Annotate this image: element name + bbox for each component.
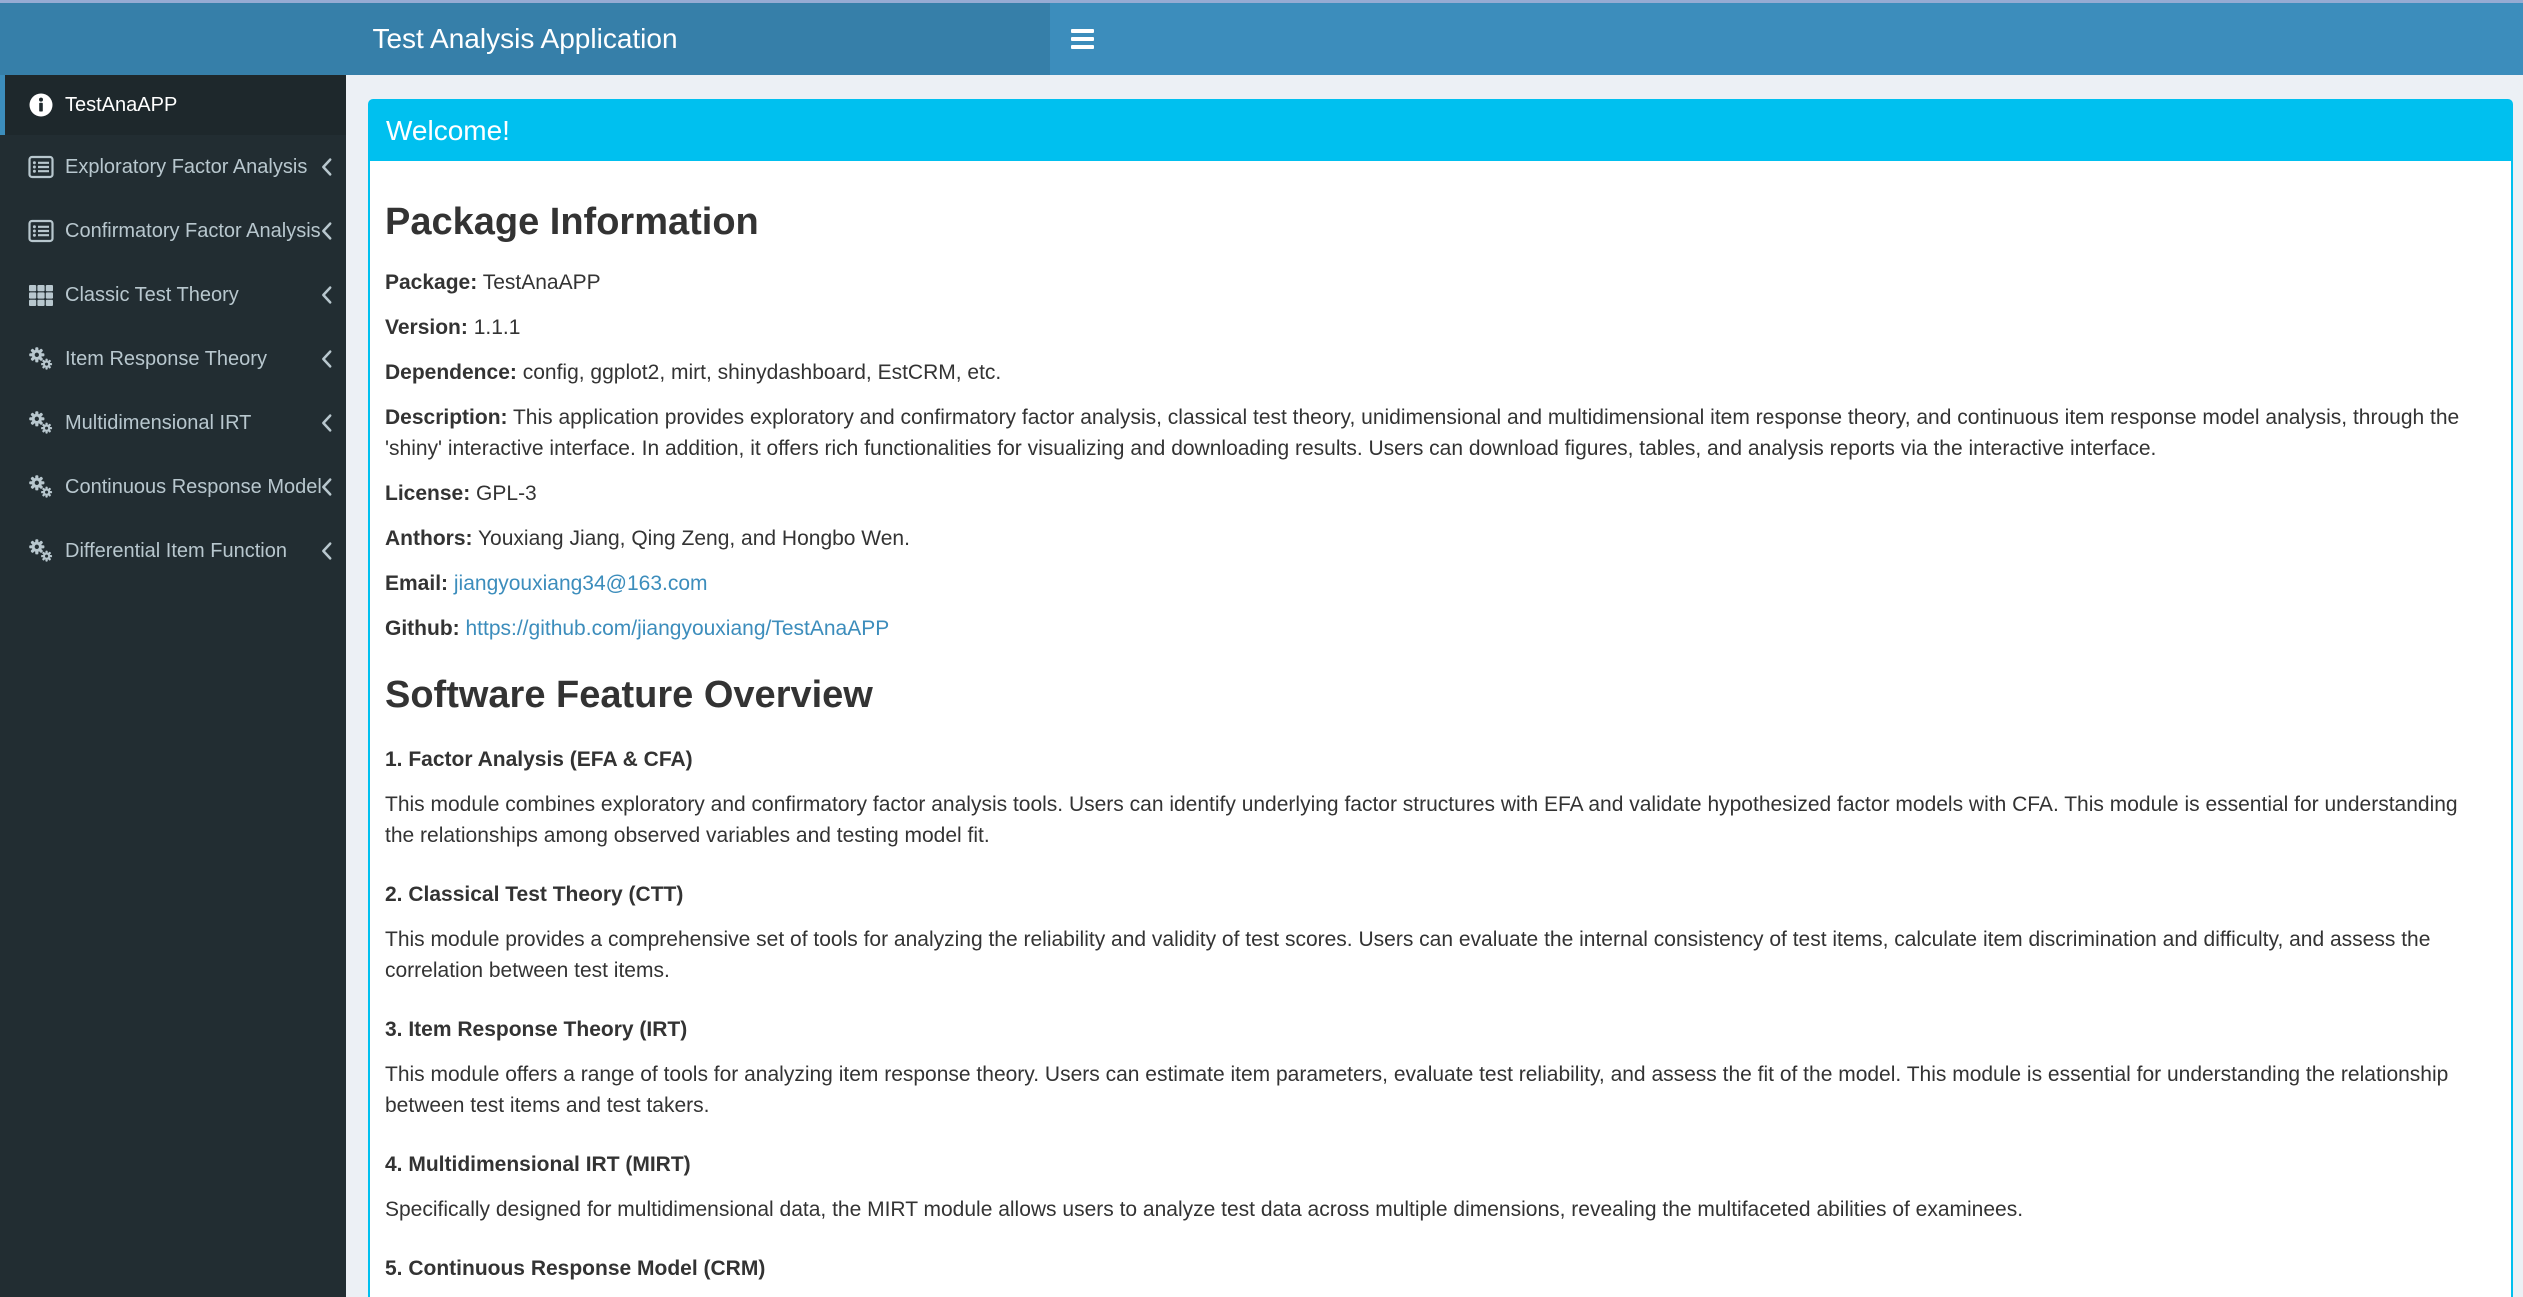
content-area: Welcome! Package Information Package: Te…: [346, 75, 2523, 1297]
info-field: Email: jiangyouxiang34@163.com: [385, 568, 2491, 599]
welcome-box-body: Package Information Package: TestAnaAPP V…: [370, 161, 2511, 1297]
sidebar-item-label: Continuous Response Model: [65, 476, 322, 498]
app-logo: Test Analysis Application: [0, 3, 1050, 75]
sidebar-item-classic-test-theory[interactable]: Classic Test Theory: [0, 263, 346, 327]
hamburger-icon: [1071, 29, 1094, 33]
chevron-left-icon: [320, 158, 333, 177]
package-info-heading: Package Information: [385, 201, 759, 243]
info-circle-icon: [28, 92, 54, 118]
feature-title: 4. Multidimensional IRT (MIRT): [385, 1153, 691, 1176]
feature-title: 5. Continuous Response Model (CRM): [385, 1257, 766, 1280]
page-title: Test Analysis Application: [372, 23, 678, 54]
info-field: Version: 1.1.1: [385, 312, 2491, 343]
sidebar-item-differential-item-function[interactable]: Differential Item Function: [0, 519, 346, 583]
feature-description: This module provides a comprehensive set…: [385, 928, 2431, 982]
feature-description: This module offers a range of tools for …: [385, 1063, 2449, 1117]
field-label: Dependence:: [385, 361, 517, 384]
field-label: Package:: [385, 271, 478, 294]
field-label: Email:: [385, 572, 449, 595]
field-value: Youxiang Jiang, Qing Zeng, and Hongbo We…: [477, 527, 910, 550]
sidebar-menu: TestAnaAPP Exploratory Factor Analysis Con…: [0, 75, 346, 583]
field-label: Github:: [385, 617, 460, 640]
feature-description: Specifically designed for multidimension…: [385, 1198, 2024, 1221]
info-field: Github: https://github.com/jiangyouxiang…: [385, 613, 2491, 644]
sidebar-item-label: TestAnaAPP: [65, 94, 178, 116]
chevron-left-icon: [320, 286, 333, 305]
sidebar-item-label: Classic Test Theory: [65, 284, 239, 306]
sidebar-item-continuous-response-model[interactable]: Continuous Response Model: [0, 455, 346, 519]
field-value: TestAnaAPP: [482, 271, 601, 294]
sidebar-item-label: Confirmatory Factor Analysis: [65, 220, 321, 242]
app-header: Test Analysis Application: [0, 3, 2523, 75]
sidebar-item-label: Item Response Theory: [65, 348, 267, 370]
field-value: This application provides exploratory an…: [385, 406, 2460, 460]
welcome-box-title: Welcome!: [386, 115, 510, 146]
field-label: Description:: [385, 406, 508, 429]
package-info-fields: Package: TestAnaAPP Version: 1.1.1 Depende…: [385, 267, 2491, 644]
sidebar-item-item-response-theory[interactable]: Item Response Theory: [0, 327, 346, 391]
table-icon: [28, 282, 54, 308]
field-label: License:: [385, 482, 471, 505]
list-icon: [28, 218, 54, 244]
features-list: 1. Factor Analysis (EFA & CFA) This modul…: [385, 744, 2491, 1297]
gears-icon: [28, 538, 54, 564]
feature-title: 2. Classical Test Theory (CTT): [385, 883, 684, 906]
field-value: GPL-3: [476, 482, 537, 505]
field-value: 1.1.1: [473, 316, 521, 339]
feature-title: 1. Factor Analysis (EFA & CFA): [385, 748, 693, 771]
navbar: [1050, 3, 2523, 75]
feature-title: 3. Item Response Theory (IRT): [385, 1018, 688, 1041]
sidebar-item-testanaapp[interactable]: TestAnaAPP: [0, 75, 346, 135]
gears-icon: [28, 410, 54, 436]
field-label: Anthors:: [385, 527, 473, 550]
welcome-box: Welcome! Package Information Package: Te…: [368, 99, 2513, 1297]
info-field: Dependence: config, ggplot2, mirt, shiny…: [385, 357, 2491, 388]
chevron-left-icon: [320, 350, 333, 369]
chevron-left-icon: [320, 478, 333, 497]
sidebar-item-exploratory-factor-analysis[interactable]: Exploratory Factor Analysis: [0, 135, 346, 199]
field-value: config, ggplot2, mirt, shinydashboard, E…: [522, 361, 1002, 384]
github-link[interactable]: https://github.com/jiangyouxiang/TestAna…: [465, 617, 889, 640]
info-field: Package: TestAnaAPP: [385, 267, 2491, 298]
gears-icon: [28, 474, 54, 500]
sidebar-item-label: Differential Item Function: [65, 540, 287, 562]
features-heading: Software Feature Overview: [385, 674, 873, 716]
welcome-box-header: Welcome!: [370, 101, 2511, 161]
sidebar-item-label: Multidimensional IRT: [65, 412, 252, 434]
chevron-left-icon: [320, 222, 333, 241]
feature-description: This module combines exploratory and con…: [385, 793, 2458, 847]
sidebar-item-multidimensional-irt[interactable]: Multidimensional IRT: [0, 391, 346, 455]
sidebar-item-confirmatory-factor-analysis[interactable]: Confirmatory Factor Analysis: [0, 199, 346, 263]
sidebar-item-label: Exploratory Factor Analysis: [65, 156, 308, 178]
list-icon: [28, 154, 54, 180]
field-label: Version:: [385, 316, 468, 339]
sidebar-toggle-button[interactable]: [1062, 20, 1103, 58]
info-field: License: GPL-3: [385, 478, 2491, 509]
chevron-left-icon: [320, 414, 333, 433]
email-link[interactable]: jiangyouxiang34@163.com: [454, 572, 708, 595]
info-field: Anthors: Youxiang Jiang, Qing Zeng, and …: [385, 523, 2491, 554]
gears-icon: [28, 346, 54, 372]
sidebar: TestAnaAPP Exploratory Factor Analysis Con…: [0, 75, 346, 1297]
info-field: Description: This application provides e…: [385, 402, 2491, 464]
chevron-left-icon: [320, 542, 333, 561]
